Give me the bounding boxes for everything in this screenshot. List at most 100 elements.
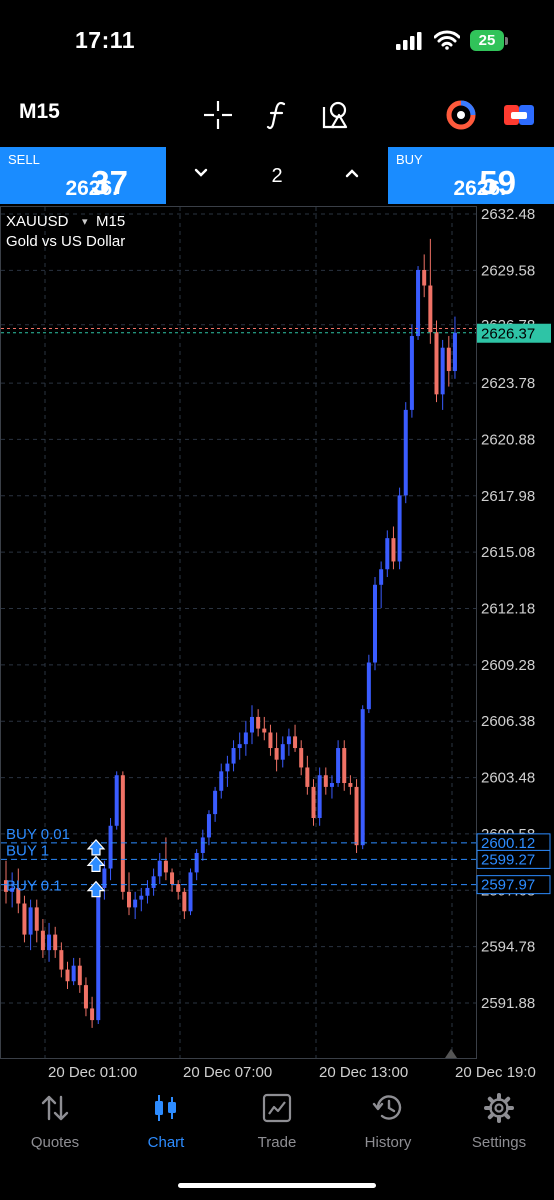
candle-body <box>139 895 144 900</box>
volume-increase-icon[interactable] <box>345 168 359 178</box>
candle-body <box>206 814 211 838</box>
order-label: BUY 0.01 <box>6 826 70 843</box>
candle-body <box>293 736 298 749</box>
candle-body <box>170 872 175 885</box>
tab-quotes[interactable]: Quotes <box>0 1093 110 1151</box>
volume-decrease-icon[interactable] <box>194 168 208 178</box>
candle-body <box>403 409 408 496</box>
time-axis-label: 20 Dec 07:00 <box>183 1064 272 1081</box>
price-axis-label: 2615.08 <box>481 544 535 561</box>
candle-body <box>391 538 396 562</box>
order-price-label: 2599.27 <box>481 851 535 868</box>
candle-body <box>34 907 39 931</box>
candle-body <box>397 495 402 562</box>
candle-body <box>163 860 168 873</box>
candle-body <box>317 775 322 818</box>
history-icon <box>372 1095 402 1120</box>
price-axis-label: 2591.88 <box>481 995 535 1012</box>
candle-body <box>53 934 58 951</box>
price-axis-label: 2632.48 <box>481 206 535 223</box>
candle-body <box>213 790 218 815</box>
quotes-icon <box>41 1095 69 1121</box>
candle-body <box>59 950 64 970</box>
candle-body <box>231 748 236 764</box>
candle-body <box>428 285 433 333</box>
candle-body <box>268 732 273 749</box>
candle-body <box>71 965 76 982</box>
price-chart[interactable]: 2632.482629.582626.782623.782620.882617.… <box>0 206 554 1086</box>
chart-timeframe: M15 <box>96 213 125 230</box>
candle-body <box>83 985 88 1009</box>
price-axis-label: 2612.18 <box>481 601 535 618</box>
indicators-icon[interactable] <box>265 100 289 130</box>
crosshair-icon[interactable] <box>203 100 233 130</box>
order-label: BUY 1 <box>6 842 49 859</box>
trade-toggle-icon[interactable] <box>503 101 535 129</box>
buy-button[interactable]: BUY 2626. 59 <box>388 147 554 204</box>
candle-body <box>262 728 267 733</box>
candle-body <box>286 736 291 745</box>
chart-shift-icon <box>445 1049 457 1058</box>
candle-body <box>225 763 230 772</box>
buy-arrow-icon <box>86 838 106 856</box>
current-price-label: 2626.37 <box>481 326 535 343</box>
tab-trade[interactable]: Trade <box>222 1093 332 1151</box>
battery-indicator: 25 <box>470 30 504 51</box>
candle-body <box>452 332 457 372</box>
home-indicator <box>178 1183 376 1188</box>
candle-body <box>40 930 45 951</box>
time-axis-label: 20 Dec 01:00 <box>48 1064 137 1081</box>
price-axis-label: 2620.88 <box>481 431 535 448</box>
tab-quotes-label: Quotes <box>30 1134 80 1151</box>
tab-chart[interactable]: Chart <box>111 1093 221 1151</box>
candle-body <box>237 744 242 749</box>
buy-arrow-icon <box>86 855 106 872</box>
chart-frame <box>0 206 477 1059</box>
order-price-label: 2600.12 <box>481 835 535 852</box>
candle-body <box>77 965 82 986</box>
order-label: BUY 0.1 <box>6 878 62 895</box>
candle-body <box>440 347 445 395</box>
candle-body <box>151 876 156 888</box>
time-axis-label: 20 Dec 13:00 <box>319 1064 408 1081</box>
one-click-trading-icon[interactable] <box>445 99 477 131</box>
candle-body <box>446 347 451 372</box>
candle-body <box>360 709 365 846</box>
candle-body <box>373 584 377 663</box>
candle-body <box>434 332 439 395</box>
candle-body <box>311 786 316 818</box>
sell-button[interactable]: SELL 2626. 37 <box>0 147 166 204</box>
candle-body <box>200 837 205 853</box>
candle-body <box>90 1008 95 1021</box>
price-axis-label: 2629.58 <box>481 262 535 279</box>
chart-description: Gold vs US Dollar <box>6 233 125 250</box>
status-time: 17:11 <box>75 27 136 53</box>
candle-body <box>65 969 70 982</box>
candle-body <box>336 748 341 784</box>
candle-body <box>176 884 181 892</box>
candle-body <box>385 538 390 570</box>
objects-icon[interactable] <box>320 99 352 131</box>
price-axis-label: 2617.98 <box>481 488 535 505</box>
tab-chart-label: Chart <box>147 1134 185 1151</box>
candle-body <box>299 748 304 768</box>
candle-body <box>256 716 261 729</box>
chart-icon <box>155 1095 176 1121</box>
cellular-signal-icon <box>396 32 422 50</box>
candle-body <box>157 860 162 877</box>
candle-body <box>182 891 187 912</box>
candle-body <box>422 269 427 286</box>
timeframe-selector[interactable]: M15 <box>19 100 60 124</box>
candle-body <box>188 872 193 912</box>
price-axis-label: 2606.38 <box>481 713 535 730</box>
tab-history[interactable]: History <box>333 1093 443 1151</box>
tab-settings[interactable]: Settings <box>444 1093 554 1151</box>
sell-price-pips: 37 <box>91 164 128 201</box>
candle-body <box>409 336 414 410</box>
battery-tip <box>505 37 508 45</box>
battery-level: 25 <box>478 32 496 49</box>
volume-value[interactable]: 2 <box>257 165 297 188</box>
time-axis-label: 20 Dec 19:0 <box>455 1064 536 1081</box>
candle-body <box>305 767 310 787</box>
candle-body <box>274 748 279 760</box>
